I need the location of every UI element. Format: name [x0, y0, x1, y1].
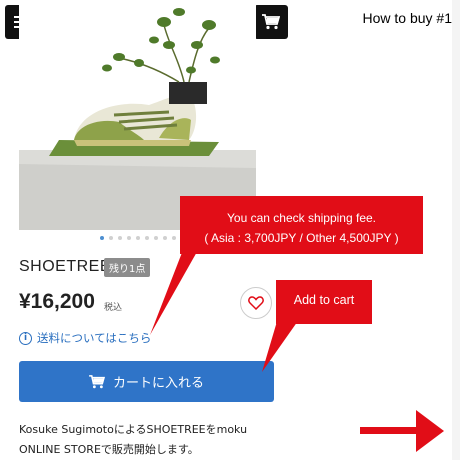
shipping-callout-pointer — [150, 250, 198, 335]
cart-callout-pointer — [262, 318, 300, 372]
callout-pointers — [150, 250, 300, 372]
next-page-arrow-icon[interactable] — [358, 408, 444, 454]
page-edge — [452, 0, 460, 460]
